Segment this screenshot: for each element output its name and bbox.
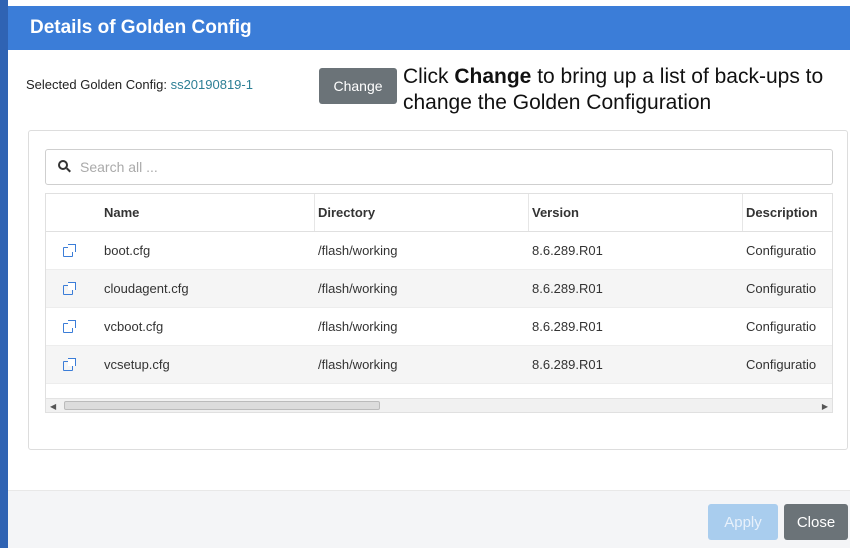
table-row[interactable]: vcsetup.cfg /flash/working 8.6.289.R01 C… — [46, 346, 832, 384]
left-edge-bar — [0, 0, 8, 548]
cell-name: cloudagent.cfg — [104, 281, 189, 296]
cell-version: 8.6.289.R01 — [532, 243, 603, 258]
config-table: Name Directory Version Description boot.… — [45, 193, 833, 413]
header-action — [46, 194, 91, 231]
table-row[interactable]: vcboot.cfg /flash/working 8.6.289.R01 Co… — [46, 308, 832, 346]
table-row[interactable]: cloudagent.cfg /flash/working 8.6.289.R0… — [46, 270, 832, 308]
annotation-prefix: Click — [403, 65, 455, 88]
cell-directory: /flash/working — [318, 319, 398, 334]
selected-golden-config-value: ss20190819-1 — [170, 77, 253, 92]
external-link-icon[interactable] — [62, 357, 76, 371]
close-button[interactable]: Close — [784, 504, 848, 540]
apply-button[interactable]: Apply — [708, 504, 778, 540]
header-version[interactable]: Version — [532, 194, 742, 231]
scroll-right-arrow-icon[interactable]: ▶ — [822, 402, 828, 411]
cell-directory: /flash/working — [318, 281, 398, 296]
cell-version: 8.6.289.R01 — [532, 319, 603, 334]
table-header: Name Directory Version Description — [46, 194, 832, 232]
cell-description: Configuratio — [746, 243, 817, 258]
cell-name: vcboot.cfg — [104, 319, 164, 334]
cell-description: Configuratio — [746, 357, 817, 372]
header-directory[interactable]: Directory — [318, 194, 528, 231]
selected-golden-config: Selected Golden Config: ss20190819-1 — [26, 77, 253, 92]
cell-version: 8.6.289.R01 — [532, 281, 603, 296]
cell-directory: /flash/working — [318, 357, 398, 372]
table-row[interactable]: boot.cfg /flash/working 8.6.289.R01 Conf… — [46, 232, 832, 270]
search-input[interactable] — [80, 159, 800, 175]
dialog-header: Details of Golden Config — [8, 6, 850, 50]
selected-golden-config-label: Selected Golden Config: — [26, 77, 167, 92]
cell-directory: /flash/working — [318, 243, 398, 258]
annotation-bold: Change — [454, 65, 532, 88]
search-box[interactable] — [45, 149, 833, 185]
cell-description: Configuratio — [746, 319, 817, 334]
change-button[interactable]: Change — [319, 68, 397, 104]
search-icon — [58, 160, 72, 174]
external-link-icon[interactable] — [62, 319, 76, 333]
cell-description: Configuratio — [746, 281, 817, 296]
scroll-left-arrow-icon[interactable]: ◀ — [50, 402, 56, 411]
scroll-thumb[interactable] — [64, 401, 380, 410]
cell-name: boot.cfg — [104, 243, 151, 258]
instruction-annotation: Click Change to bring up a list of back-… — [403, 64, 849, 116]
external-link-icon[interactable] — [62, 243, 76, 257]
header-description[interactable]: Description — [746, 194, 832, 231]
external-link-icon[interactable] — [62, 281, 76, 295]
cell-version: 8.6.289.R01 — [532, 357, 603, 372]
dialog-title: Details of Golden Config — [30, 17, 252, 38]
header-name[interactable]: Name — [104, 194, 314, 231]
cell-name: vcsetup.cfg — [104, 357, 170, 372]
horizontal-scrollbar[interactable]: ◀ ▶ — [46, 398, 832, 412]
dialog-footer: Apply Close — [8, 490, 850, 548]
golden-config-dialog: Details of Golden Config Selected Golden… — [0, 0, 856, 548]
config-panel: Name Directory Version Description boot.… — [28, 130, 848, 450]
